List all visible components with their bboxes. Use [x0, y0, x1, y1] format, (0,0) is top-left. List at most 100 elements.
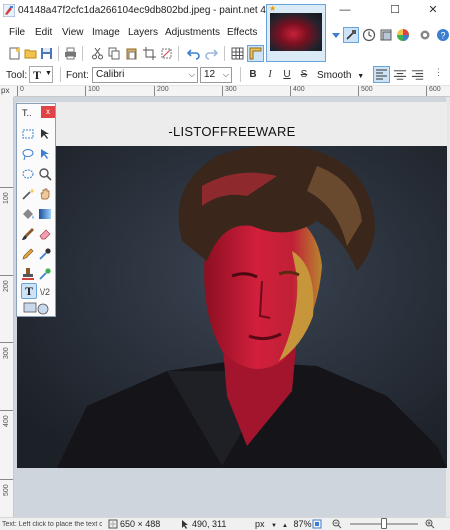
tab-dropdown-icon[interactable]	[329, 28, 343, 42]
copy-icon[interactable]	[108, 47, 121, 60]
toolbar-separator	[178, 46, 179, 61]
ellipse-select-icon[interactable]	[21, 167, 35, 181]
font-family-select[interactable]: Calibri ⌵	[92, 67, 198, 83]
move-selection-icon[interactable]	[38, 127, 52, 141]
move-selected-pixels-icon[interactable]	[38, 147, 52, 161]
chevron-down-icon: ▼	[357, 73, 365, 80]
new-image-icon[interactable]	[8, 47, 21, 60]
chevron-down-icon: ⌵	[188, 70, 195, 79]
rectangle-select-icon[interactable]	[21, 127, 35, 141]
print-icon[interactable]	[64, 47, 77, 60]
clone-stamp-icon[interactable]	[21, 267, 35, 281]
underline-button[interactable]: U	[279, 67, 295, 83]
zoom-slider-thumb[interactable]	[381, 518, 387, 529]
vertical-ruler: 100 200 300 400 500	[0, 97, 14, 517]
option-separator	[240, 67, 241, 82]
unsaved-star-icon: ★	[269, 4, 277, 13]
pan-hand-icon[interactable]	[38, 187, 52, 201]
shapes-tool-icon[interactable]	[23, 301, 53, 315]
eraser-icon[interactable]	[38, 227, 52, 241]
cut-icon[interactable]	[91, 47, 104, 60]
toolbar-separator	[58, 46, 59, 61]
cursor-position: 490, 311	[192, 519, 227, 529]
maximize-button[interactable]: ☐	[380, 0, 410, 20]
overflow-chevron-icon[interactable]: ⋮	[434, 67, 443, 82]
ruler-tick: 400	[0, 410, 13, 427]
font-size-select[interactable]: 12 ⌵	[200, 67, 232, 83]
pencil-icon[interactable]	[21, 247, 35, 261]
zoom-level[interactable]: ▲ 87%	[282, 519, 311, 529]
menu-adjustments[interactable]: Adjustments	[165, 27, 220, 38]
bold-button[interactable]: B	[245, 67, 261, 83]
history-icon[interactable]	[362, 28, 376, 42]
tools-close-button[interactable]: x	[41, 106, 55, 118]
chevron-down-icon: ▼	[45, 70, 52, 77]
status-bar: Text: Left click to place the text curso…	[0, 517, 450, 530]
text-tool-icon: T	[33, 68, 42, 82]
recolor-icon[interactable]	[38, 267, 52, 281]
zoom-value: 87%	[293, 519, 312, 529]
image-size: 650 × 488	[120, 519, 161, 529]
grid-icon[interactable]	[231, 47, 244, 60]
redo-icon[interactable]	[205, 47, 218, 60]
zoom-out-icon[interactable]	[332, 519, 342, 529]
image-canvas[interactable]: -LISTOFFREEWARE	[17, 102, 447, 468]
menu-view[interactable]: View	[62, 27, 84, 38]
image-thumbnail-tab[interactable]: ★	[266, 4, 326, 62]
ruler-tick: 200	[154, 86, 169, 96]
rendering-mode-select[interactable]: Smooth ▼	[317, 70, 364, 81]
toolbar-separator	[224, 46, 225, 61]
settings-gear-icon[interactable]	[418, 28, 432, 42]
menu-file[interactable]: File	[9, 27, 25, 38]
tools-window-toggle[interactable]	[343, 27, 359, 43]
paint-bucket-icon[interactable]	[21, 207, 35, 221]
paste-icon[interactable]	[125, 47, 138, 60]
menu-effects[interactable]: Effects	[227, 27, 257, 38]
italic-button[interactable]: I	[262, 67, 278, 83]
line-curve-tool[interactable]: \/2	[38, 285, 52, 299]
close-button[interactable]: ✕	[418, 0, 448, 20]
gradient-icon[interactable]	[38, 207, 52, 221]
undo-icon[interactable]	[187, 47, 200, 60]
align-center-icon[interactable]	[393, 68, 407, 82]
lasso-select-icon[interactable]	[21, 147, 35, 161]
tool-selector[interactable]: T ▼	[29, 66, 53, 83]
color-picker-icon[interactable]	[38, 247, 52, 261]
zoom-in-icon[interactable]	[425, 519, 435, 529]
ruler-tick: 100	[0, 187, 13, 204]
deselect-icon[interactable]	[160, 47, 173, 60]
units-select[interactable]: px ▼	[255, 519, 277, 529]
open-folder-icon[interactable]	[24, 47, 37, 60]
option-separator	[60, 67, 61, 82]
menu-edit[interactable]: Edit	[35, 27, 52, 38]
align-left-button[interactable]	[373, 66, 390, 83]
zoom-to-window-icon[interactable]	[312, 519, 322, 529]
ruler-tick: 300	[222, 86, 237, 96]
menu-image[interactable]: Image	[92, 27, 120, 38]
paintbrush-icon[interactable]	[21, 227, 35, 241]
chevron-down-icon: ▼	[271, 523, 277, 529]
menu-layers[interactable]: Layers	[128, 27, 158, 38]
magic-wand-icon[interactable]	[21, 187, 35, 201]
colors-icon[interactable]	[396, 28, 410, 42]
ruler-tick: 400	[290, 86, 305, 96]
ruler-tick: 100	[85, 86, 100, 96]
crop-to-selection-icon[interactable]	[143, 47, 156, 60]
align-right-icon[interactable]	[411, 68, 425, 82]
ruler-icon	[249, 47, 262, 60]
rulers-toggle[interactable]	[247, 45, 264, 62]
ruler-unit: px	[0, 86, 14, 97]
strikethrough-button[interactable]: S	[296, 67, 312, 83]
save-icon[interactable]	[40, 47, 53, 60]
canvas-caption-text: -LISTOFFREEWARE	[168, 124, 296, 139]
cursor-position-icon	[182, 520, 188, 529]
minimize-button[interactable]: —	[330, 0, 360, 20]
font-size-value: 12	[204, 69, 216, 80]
portrait-photo	[17, 146, 447, 468]
zoom-icon[interactable]	[38, 167, 52, 181]
text-tool-button[interactable]: T	[21, 283, 37, 299]
layers-icon[interactable]	[379, 28, 393, 42]
rendering-mode-value: Smooth	[317, 70, 352, 81]
help-icon[interactable]: ?	[436, 28, 450, 42]
zoom-chevron-icon: ▲	[282, 523, 288, 529]
